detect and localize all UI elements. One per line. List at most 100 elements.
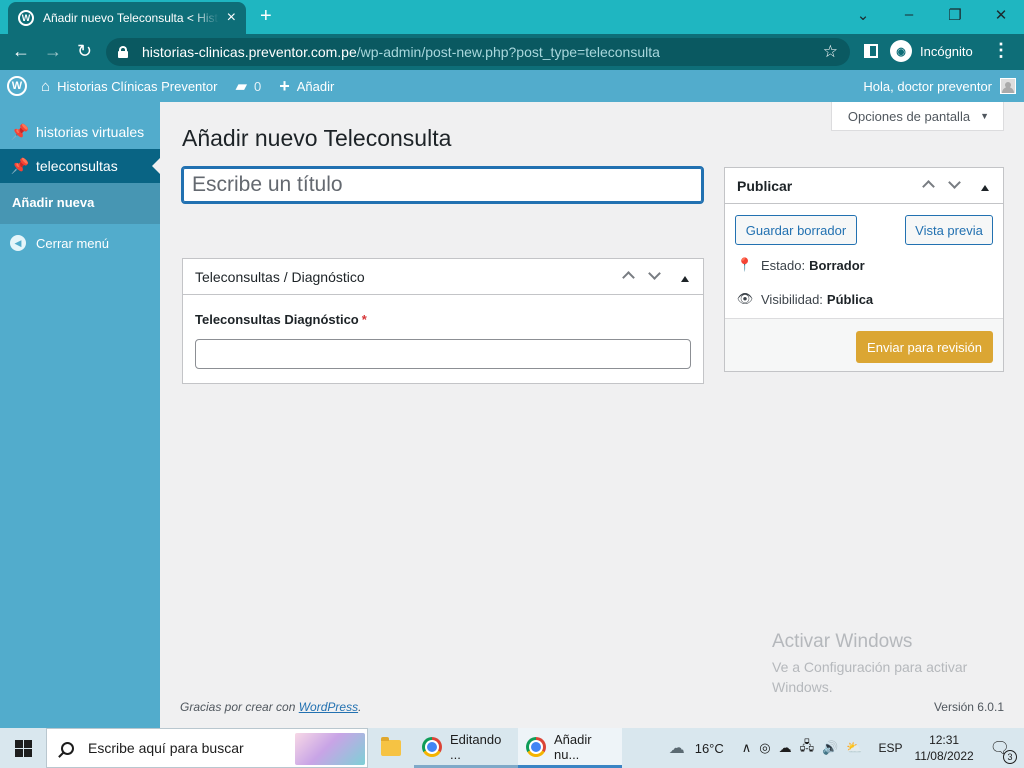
pin-icon: 📌 (10, 124, 30, 141)
new-content-label: Añadir (296, 78, 335, 94)
minimize-icon[interactable]: – (886, 6, 932, 23)
close-window-icon[interactable]: ✕ (978, 6, 1024, 24)
folder-icon (381, 737, 401, 756)
sidebar-item-label: historias virtuales (36, 124, 145, 140)
main-content: Opciones de pantalla ▼ Añadir nuevo Tele… (160, 102, 1024, 728)
close-tab-icon[interactable]: × (227, 9, 236, 27)
eye-icon: 👁 (736, 291, 754, 306)
notification-center-button[interactable]: 🗨 3 (990, 738, 1017, 764)
reload-icon[interactable]: ↻ (77, 41, 92, 61)
wordpress-logo-icon[interactable]: W (7, 76, 27, 96)
screen-options-label: Opciones de pantalla (847, 108, 971, 124)
start-button[interactable] (0, 728, 46, 768)
file-explorer-button[interactable] (368, 728, 414, 768)
onedrive-cloud-icon[interactable]: ☁ (779, 740, 792, 756)
side-panel-icon[interactable] (864, 44, 878, 58)
move-down-icon[interactable] (941, 175, 967, 194)
clock-time: 12:31 (929, 733, 960, 747)
site-name-link[interactable]: ⌂ Historias Clínicas Preventor (41, 78, 217, 95)
network-icon[interactable]: 🖧 (800, 737, 815, 759)
taskbar-search[interactable]: Escribe aquí para buscar (46, 728, 368, 768)
preview-button[interactable]: Vista previa (905, 215, 993, 245)
howdy-text: Hola, doctor preventor (863, 78, 992, 94)
weather-cloud-icon[interactable]: ☁ (669, 738, 685, 758)
watermark-subtitle: Ve a Configuración para activar Windows. (772, 659, 968, 695)
incognito-indicator[interactable]: ◉ Incógnito (890, 40, 973, 62)
taskbar-app-label: Añadir nu... (554, 731, 592, 762)
collapse-menu-button[interactable]: ◀ Cerrar menú (0, 226, 160, 260)
lock-icon[interactable] (118, 46, 128, 58)
avatar (1000, 78, 1016, 94)
comment-icon: ▰ (235, 78, 247, 95)
comments-link[interactable]: ▰ 0 (235, 77, 261, 95)
submenu-item-add-new[interactable]: Añadir nueva (0, 189, 160, 216)
required-marker: * (361, 312, 367, 327)
windows-activation-watermark: Activar Windows Ve a Configuración para … (772, 631, 1002, 697)
move-up-icon[interactable] (615, 268, 641, 285)
bookmark-star-icon[interactable]: ☆ (823, 42, 838, 62)
visibility-value: Pública (826, 291, 874, 307)
temperature[interactable]: 16°C (695, 741, 724, 756)
incognito-icon: ◉ (890, 40, 912, 62)
post-status-row: 📍 Estado: Borrador (735, 257, 865, 273)
input-language[interactable]: ESP (879, 741, 903, 755)
metabox-header: Teleconsultas / Diagnóstico (183, 259, 703, 295)
chrome-icon (422, 736, 442, 757)
tab-title: Añadir nuevo Teleconsulta < Historias Cl… (43, 11, 219, 25)
browser-toolbar: ← → ↻ historias-clinicas.preventor.com.p… (0, 34, 1024, 70)
clock[interactable]: 12:31 11/08/2022 (915, 732, 974, 764)
url-path: /wp-admin/post-new.php?post_type=telecon… (356, 44, 660, 60)
system-tray: ☁ 16°C ∧ ◎ ☁ 🖧 🔊 ⛅ ESP 12:31 11/08/2022 … (669, 728, 1024, 768)
post-title-input[interactable] (181, 166, 704, 204)
field-label-text: Teleconsultas Diagnóstico (195, 312, 359, 327)
publish-actions: Enviar para revisión (725, 318, 1003, 371)
status-value: Borrador (809, 257, 865, 273)
volume-icon[interactable]: 🔊 (822, 740, 838, 756)
toggle-panel-icon[interactable] (967, 178, 1003, 194)
search-highlight-image (295, 733, 365, 765)
taskbar-app-chrome-1[interactable]: Editando ... (414, 728, 518, 768)
show-hidden-icons-chevron-icon[interactable]: ∧ (742, 740, 752, 756)
key-pin-icon: 📍 (736, 257, 754, 272)
screen-options-button[interactable]: Opciones de pantalla ▼ (830, 102, 1004, 131)
metabox-title: Teleconsultas / Diagnóstico (195, 268, 365, 285)
upload-cloud-icon[interactable]: ⛅ (846, 740, 862, 756)
restore-icon[interactable]: ❐ (932, 6, 978, 24)
address-bar[interactable]: historias-clinicas.preventor.com.pe /wp-… (106, 38, 850, 66)
new-content-link[interactable]: + Añadir (279, 76, 334, 97)
move-down-icon[interactable] (641, 266, 667, 285)
collapse-label: Cerrar menú (36, 235, 109, 251)
visibility-label: Visibilidad: (761, 291, 823, 307)
diagnostic-input[interactable] (195, 339, 691, 369)
new-tab-icon[interactable]: + (260, 6, 272, 26)
sidebar-submenu: Añadir nueva (0, 183, 160, 224)
save-draft-button[interactable]: Guardar borrador (735, 215, 857, 245)
taskbar-app-chrome-2[interactable]: Añadir nu... (518, 728, 622, 768)
metabox-header: Publicar (725, 168, 1003, 204)
home-icon: ⌂ (41, 77, 51, 95)
account-menu[interactable]: Hola, doctor preventor (863, 78, 1016, 94)
publish-metabox: Publicar Guardar borrador Vista previa 📍… (724, 167, 1004, 372)
page-title: Añadir nuevo Teleconsulta (182, 125, 452, 151)
toggle-panel-icon[interactable] (667, 269, 703, 285)
back-icon[interactable]: ← (12, 41, 30, 61)
search-icon (61, 741, 74, 755)
forward-icon[interactable]: → (44, 41, 62, 61)
url-host: historias-clinicas.preventor.com.pe (142, 44, 357, 60)
meet-now-icon[interactable]: ◎ (759, 740, 770, 756)
notification-badge: 3 (1003, 750, 1017, 764)
tab-search-chevron-icon[interactable]: ⌄ (840, 6, 886, 24)
browser-tab-strip: W Añadir nuevo Teleconsulta < Historias … (0, 0, 1024, 34)
sidebar-item-label: teleconsultas (36, 158, 118, 174)
admin-sidebar: 📌 historias virtuales 📌 teleconsultas Añ… (0, 102, 160, 728)
submit-for-review-button[interactable]: Enviar para revisión (856, 331, 993, 363)
collapse-arrow-icon: ◀ (10, 235, 26, 251)
browser-tab[interactable]: W Añadir nuevo Teleconsulta < Historias … (8, 2, 246, 34)
sidebar-item-teleconsultas[interactable]: 📌 teleconsultas (0, 149, 160, 183)
sidebar-item-historias-virtuales[interactable]: 📌 historias virtuales (0, 115, 160, 149)
move-up-icon[interactable] (915, 177, 941, 194)
comments-count: 0 (254, 78, 262, 94)
browser-menu-icon[interactable]: ⋮ (992, 40, 1010, 61)
taskbar-app-label: Editando ... (450, 731, 502, 762)
wordpress-link[interactable]: WordPress (299, 700, 358, 714)
